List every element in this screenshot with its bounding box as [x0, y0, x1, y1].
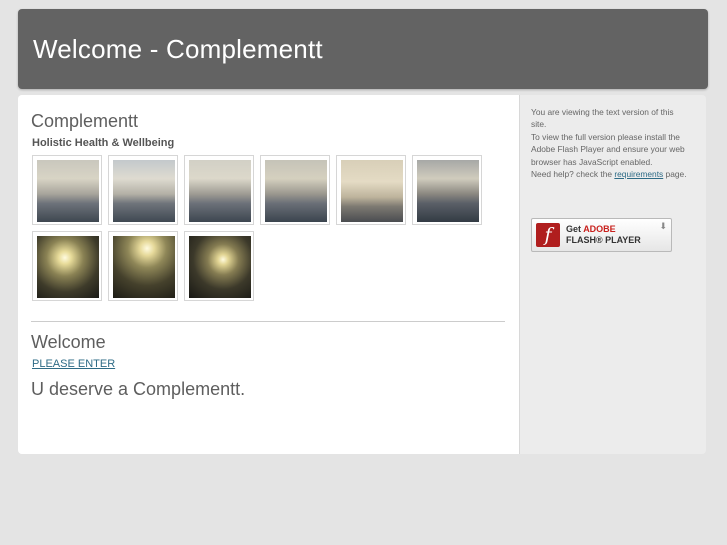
help-notice: Need help? check the requirements page. — [531, 168, 691, 180]
gallery-thumbnail-6[interactable] — [412, 155, 482, 225]
sunset-sea-photo — [189, 236, 251, 298]
sunrays-clouds-photo — [265, 160, 327, 222]
requirements-link[interactable]: requirements — [614, 169, 663, 179]
flash-install-notice: To view the full version please install … — [531, 131, 685, 167]
sunrays-clouds-photo — [37, 160, 99, 222]
main-content: Complementt Holistic Health & Wellbeing — [18, 95, 520, 454]
gallery-thumbnail-8[interactable] — [108, 231, 178, 301]
text-version-notice: You are viewing the text version of this… — [531, 107, 674, 130]
gallery-thumbnail-9[interactable] — [184, 231, 254, 301]
sunrays-clouds-photo — [417, 160, 479, 222]
sunset-sea-photo — [37, 236, 99, 298]
sunset-sea-photo — [113, 236, 175, 298]
gallery-thumbnail-4[interactable] — [260, 155, 330, 225]
help-suffix: page. — [663, 169, 687, 180]
welcome-heading: Welcome — [31, 332, 106, 352]
content-panel: Complementt Holistic Health & Wellbeing — [18, 95, 706, 454]
site-title: Complementt — [31, 111, 139, 131]
site-tagline: Holistic Health & Wellbeing — [32, 137, 175, 149]
download-arrow-icon: ⬇ — [659, 221, 667, 231]
flash-badge-get: Get ADOBE — [566, 224, 616, 234]
flash-badge-get-word: Get — [566, 224, 582, 234]
sunrays-clouds-photo — [341, 160, 403, 222]
section-divider — [31, 321, 505, 322]
page-header: Welcome - Complementt — [18, 9, 708, 89]
get-flash-player-button[interactable]: f Get ADOBE FLASH® PLAYER ⬇ — [531, 218, 672, 252]
gallery-thumbnail-5[interactable] — [336, 155, 406, 225]
page-title: Welcome - Complementt — [33, 34, 323, 64]
slogan-text: U deserve a Complementt. — [31, 379, 246, 399]
sunrays-clouds-photo — [113, 160, 175, 222]
help-prefix: Need help? check the — [531, 169, 615, 180]
flash-badge-player: FLASH® PLAYER — [566, 235, 641, 245]
sunrays-clouds-photo — [189, 160, 251, 222]
flash-f-icon: f — [536, 223, 560, 247]
flash-badge-adobe: ADOBE — [583, 224, 616, 234]
sidebar-notice: You are viewing the text version of this… — [531, 106, 691, 180]
please-enter-link[interactable]: PLEASE ENTER — [32, 358, 115, 370]
gallery-thumbnail-3[interactable] — [184, 155, 254, 225]
gallery-thumbnail-7[interactable] — [32, 231, 102, 301]
gallery-thumbnail-2[interactable] — [108, 155, 178, 225]
gallery-thumbnail-1[interactable] — [32, 155, 102, 225]
